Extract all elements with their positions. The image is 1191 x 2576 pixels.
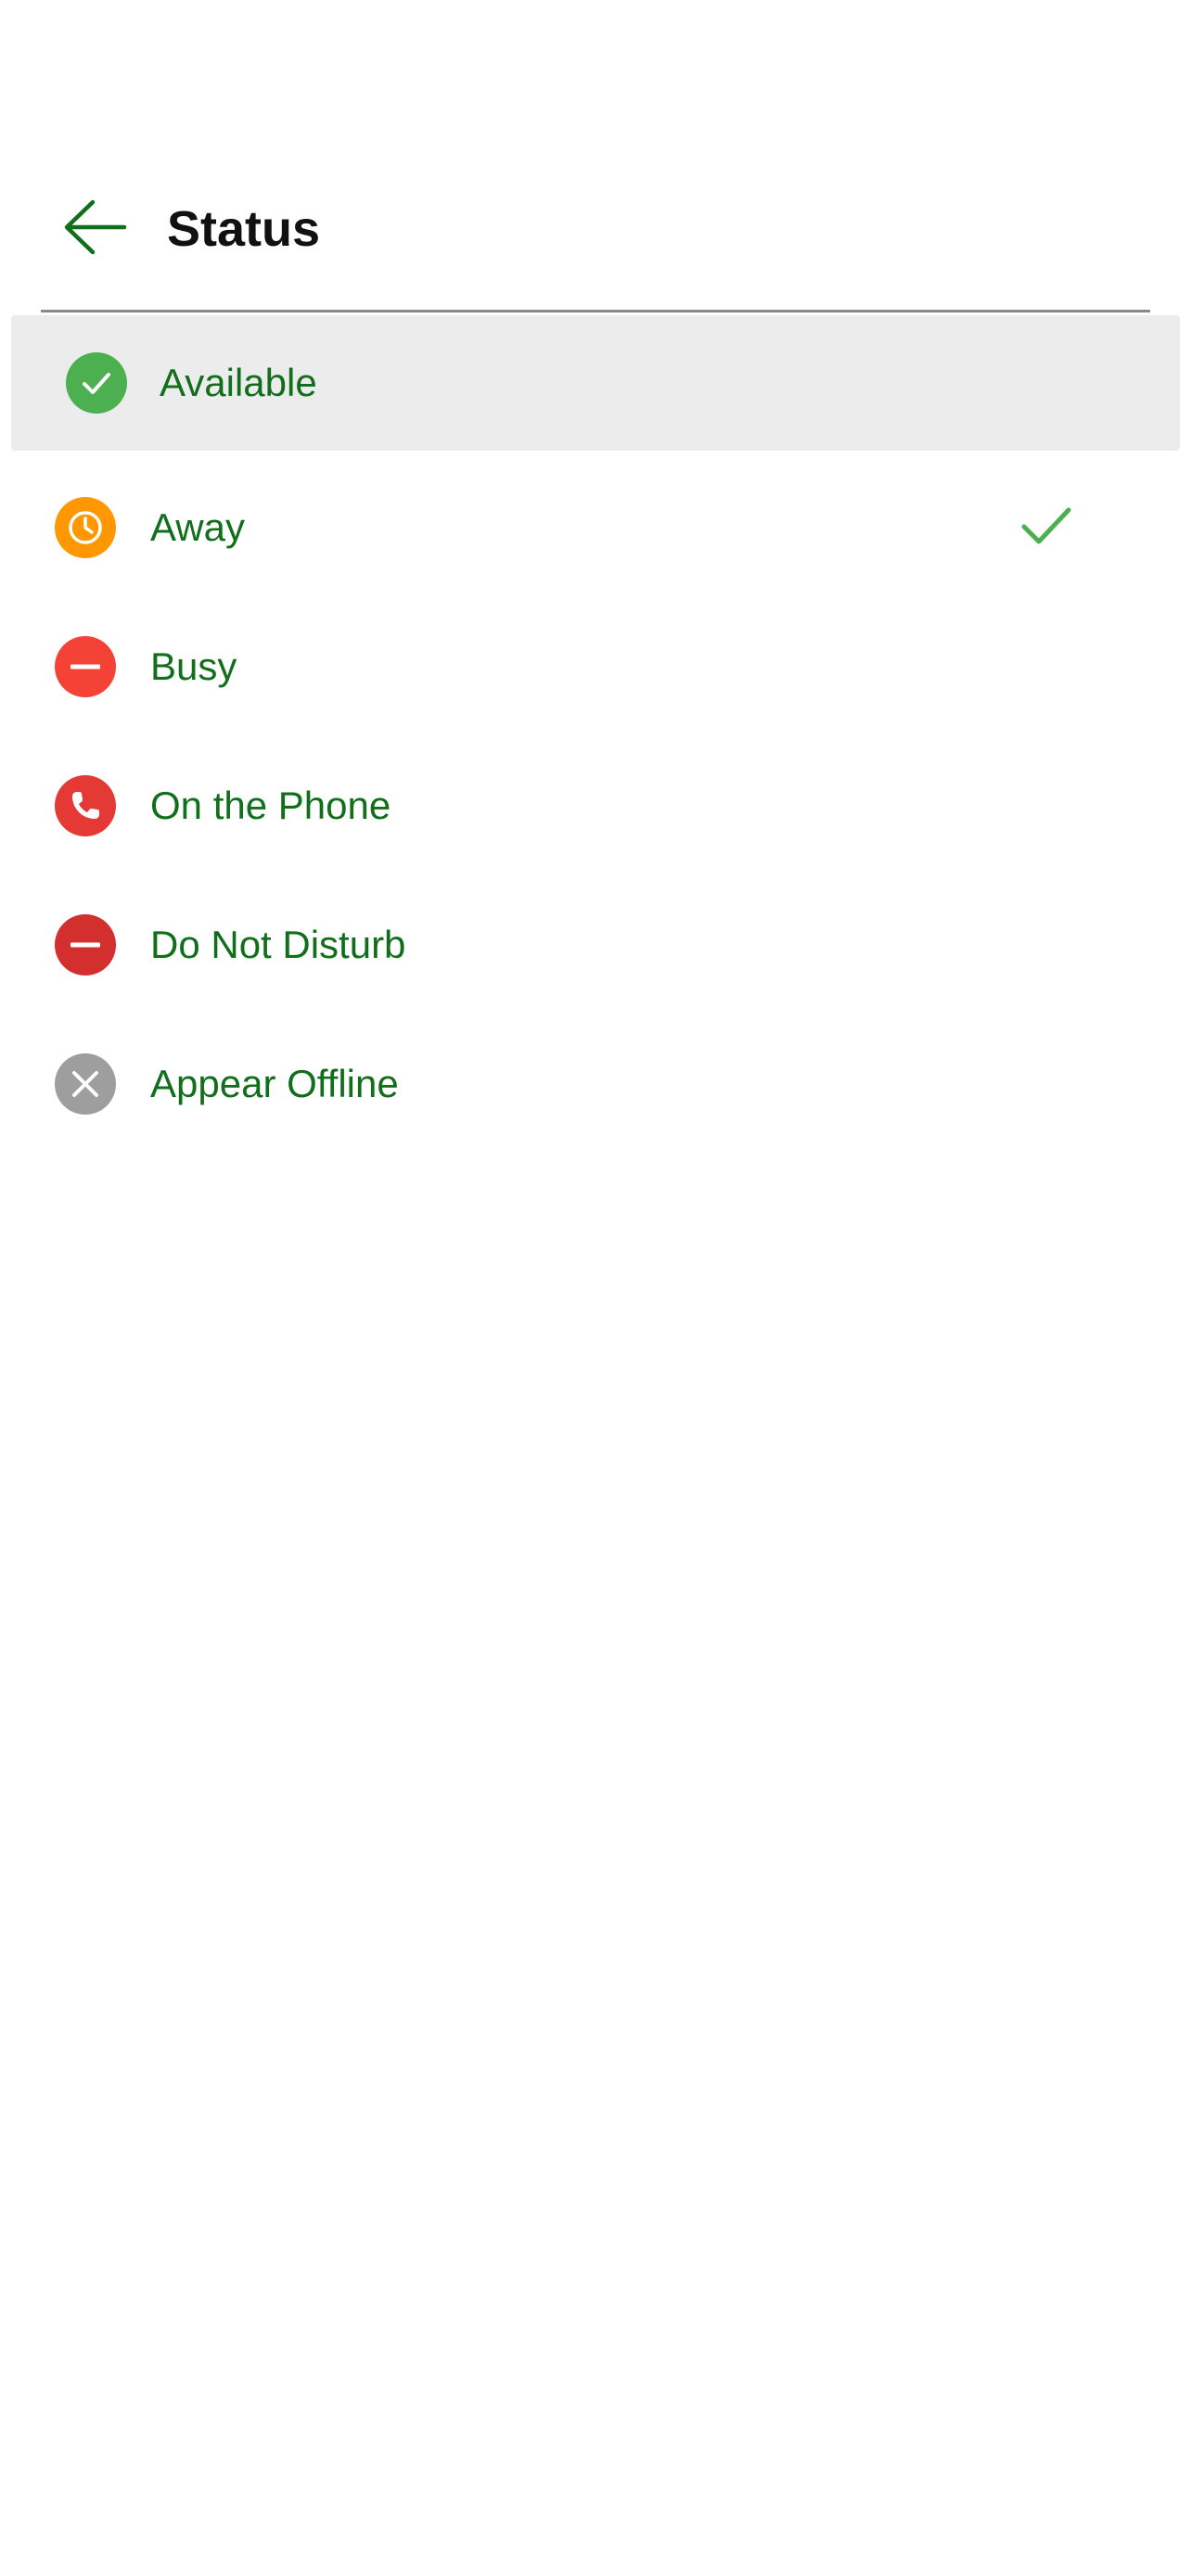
- status-label: Do Not Disturb: [150, 923, 406, 966]
- page-title: Status: [167, 201, 321, 257]
- phone-icon: [55, 775, 116, 836]
- status-list: Available Away Busy On the Phone Do Not …: [0, 315, 1191, 1154]
- status-item-on-the-phone[interactable]: On the Phone: [0, 736, 1191, 875]
- status-item-appear-offline[interactable]: Appear Offline: [0, 1014, 1191, 1154]
- check-circle-icon: [66, 352, 127, 414]
- header: Status: [0, 176, 1191, 278]
- status-label: Available: [160, 361, 317, 404]
- status-item-available[interactable]: Available: [11, 315, 1180, 451]
- selected-check-icon: [1021, 507, 1071, 544]
- status-label: On the Phone: [150, 784, 391, 827]
- status-item-away[interactable]: Away: [0, 458, 1191, 597]
- close-circle-icon: [55, 1053, 116, 1115]
- clock-icon: [55, 497, 116, 558]
- status-item-do-not-disturb[interactable]: Do Not Disturb: [0, 875, 1191, 1014]
- arrow-left-icon: [64, 199, 127, 255]
- status-label: Appear Offline: [150, 1062, 399, 1105]
- status-label: Away: [150, 505, 245, 549]
- header-divider: [41, 310, 1150, 312]
- back-button[interactable]: [58, 195, 132, 260]
- minus-circle-icon: [55, 636, 116, 697]
- status-label: Busy: [150, 644, 237, 688]
- minus-circle-icon: [55, 914, 116, 976]
- status-item-busy[interactable]: Busy: [0, 597, 1191, 736]
- status-screen: Status Available Away Busy On the Phone …: [0, 0, 1191, 2576]
